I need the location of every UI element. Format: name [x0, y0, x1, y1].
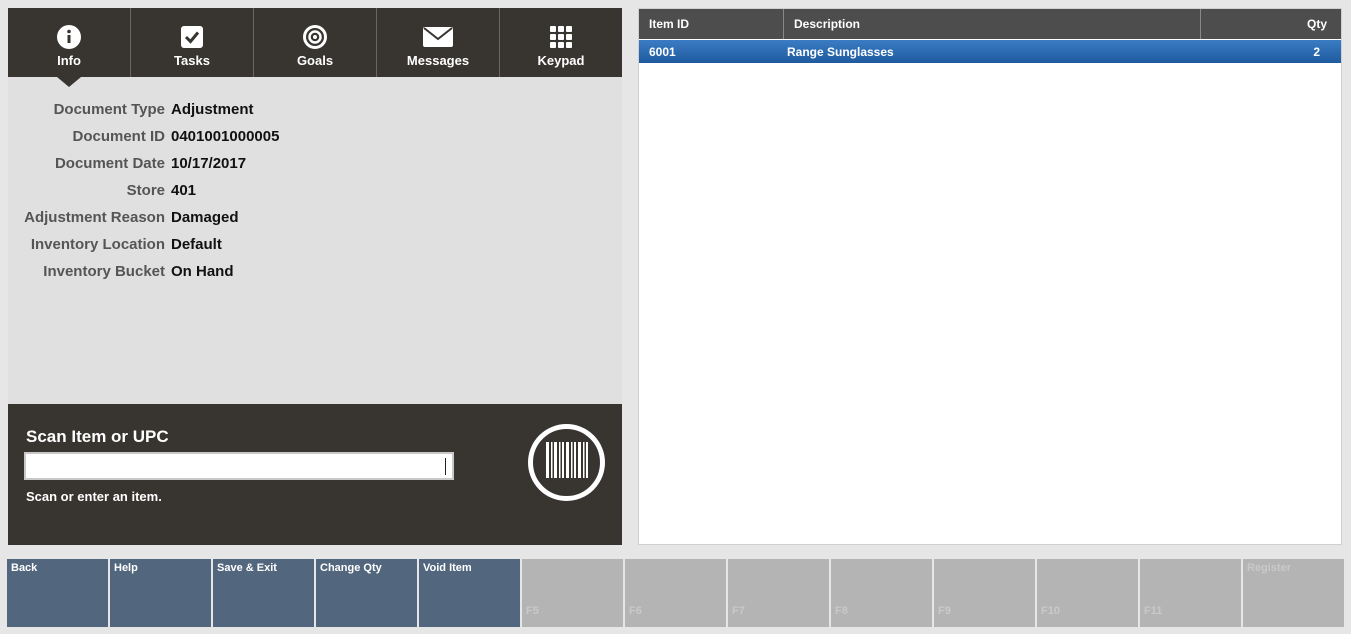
function-key-bar: Back Help Save & Exit Change Qty Void It… — [7, 559, 1346, 627]
scan-panel: Scan Item or UPC Scan or enter an item. — [8, 404, 622, 545]
active-tab-pointer — [57, 77, 81, 87]
tab-info[interactable]: Info — [8, 8, 131, 87]
fkey-label: F10 — [1041, 605, 1060, 617]
column-header-qty[interactable]: Qty — [1201, 9, 1341, 39]
register-button: Register — [1243, 559, 1344, 627]
scan-hint: Scan or enter an item. — [26, 489, 162, 504]
cell-description: Range Sunglasses — [787, 44, 894, 59]
fkey-label: F7 — [732, 605, 745, 617]
table-header: Item ID Description Qty — [639, 9, 1341, 39]
tab-label: Keypad — [537, 53, 585, 68]
info-icon — [8, 25, 130, 49]
info-value: 401 — [171, 182, 197, 199]
barcode-scan-button[interactable] — [528, 424, 605, 501]
document-info: Document Type Adjustment Document ID 040… — [8, 96, 622, 285]
info-value: Damaged — [171, 209, 239, 226]
cell-item-id: 6001 — [649, 44, 676, 59]
f8-button: F8 — [831, 559, 932, 627]
text-caret — [445, 458, 446, 475]
void-item-button[interactable]: Void Item — [419, 559, 520, 627]
tab-label: Goals — [296, 53, 334, 68]
tab-label: Info — [57, 53, 81, 68]
column-header-item-id[interactable]: Item ID — [639, 9, 784, 39]
info-value: 10/17/2017 — [171, 155, 247, 172]
tab-keypad[interactable]: Keypad — [500, 8, 622, 77]
scan-item-input[interactable] — [24, 452, 454, 480]
f5-button: F5 — [522, 559, 623, 627]
help-button[interactable]: Help — [110, 559, 211, 627]
info-row-adjustment-reason: Adjustment Reason Damaged — [8, 204, 622, 231]
envelope-icon — [377, 25, 499, 49]
f9-button: F9 — [934, 559, 1035, 627]
fkey-label: F6 — [629, 605, 642, 617]
fkey-label: F5 — [526, 605, 539, 617]
info-row-document-type: Document Type Adjustment — [8, 96, 622, 123]
tab-goals[interactable]: Goals — [254, 8, 377, 77]
tab-label: Messages — [406, 53, 470, 68]
barcode-icon — [545, 442, 588, 483]
info-row-store: Store 401 — [8, 177, 622, 204]
info-value: 0401001000005 — [171, 128, 280, 145]
info-value: Default — [171, 236, 222, 253]
info-row-inventory-location: Inventory Location Default — [8, 231, 622, 258]
scan-title: Scan Item or UPC — [26, 427, 169, 446]
column-header-description[interactable]: Description — [784, 9, 1201, 39]
target-icon — [254, 25, 376, 49]
tab-tasks[interactable]: Tasks — [131, 8, 254, 77]
fkey-label: F8 — [835, 605, 848, 617]
f7-button: F7 — [728, 559, 829, 627]
info-label: Document Type — [53, 101, 165, 118]
info-label: Document ID — [72, 128, 165, 145]
fkey-label: F11 — [1144, 605, 1163, 617]
f6-button: F6 — [625, 559, 726, 627]
left-panel: Info Tasks Goals Messages Keypad Documen… — [8, 8, 622, 545]
info-label: Adjustment Reason — [24, 209, 165, 226]
tab-bar: Info Tasks Goals Messages Keypad — [8, 8, 622, 87]
f11-button: F11 — [1140, 559, 1241, 627]
info-value: Adjustment — [171, 101, 254, 118]
tab-messages[interactable]: Messages — [377, 8, 500, 77]
back-button[interactable]: Back — [7, 559, 108, 627]
info-row-document-date: Document Date 10/17/2017 — [8, 150, 622, 177]
f10-button: F10 — [1037, 559, 1138, 627]
table-row[interactable]: 6001 Range Sunglasses 2 — [639, 40, 1341, 63]
fkey-label: Register — [1247, 562, 1292, 574]
info-label: Inventory Bucket — [43, 263, 165, 280]
change-qty-button[interactable]: Change Qty — [316, 559, 417, 627]
info-row-inventory-bucket: Inventory Bucket On Hand — [8, 258, 622, 285]
info-row-document-id: Document ID 0401001000005 — [8, 123, 622, 150]
cell-qty: 2 — [1313, 44, 1320, 59]
fkey-label: F9 — [938, 605, 951, 617]
keypad-icon — [500, 25, 622, 49]
item-table: Item ID Description Qty 6001 Range Sungl… — [638, 8, 1342, 545]
info-label: Inventory Location — [30, 236, 165, 253]
info-label: Store — [126, 182, 165, 199]
checkbox-icon — [131, 25, 253, 49]
info-label: Document Date — [54, 155, 165, 172]
info-value: On Hand — [171, 263, 234, 280]
save-exit-button[interactable]: Save & Exit — [213, 559, 314, 627]
tab-label: Tasks — [174, 53, 210, 68]
